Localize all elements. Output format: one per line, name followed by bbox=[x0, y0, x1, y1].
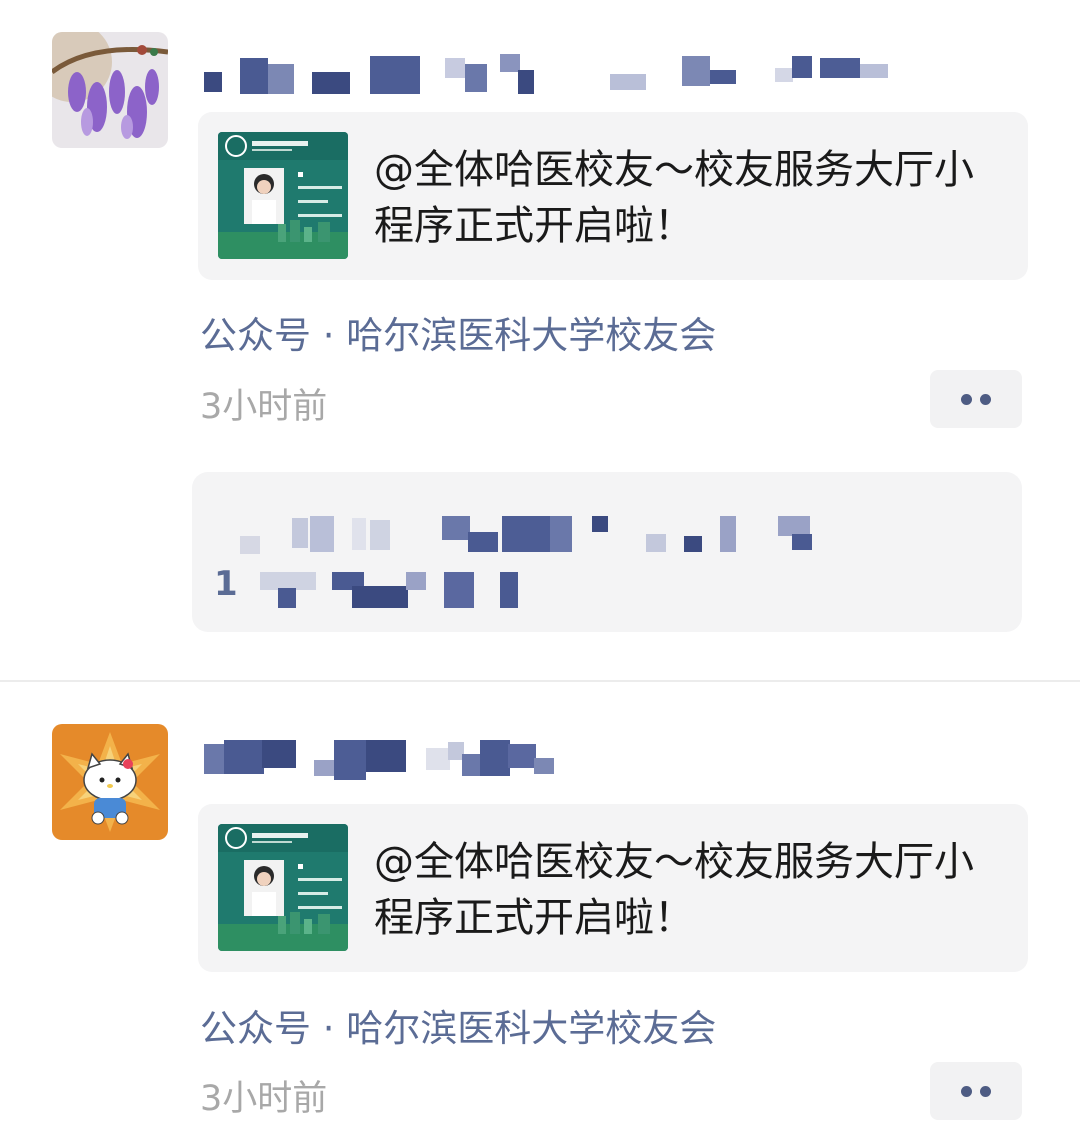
username-blurred[interactable] bbox=[200, 732, 920, 792]
comment-count: 1 bbox=[214, 564, 238, 604]
comments-section[interactable]: 1 bbox=[192, 472, 1022, 632]
more-dots-icon-dot bbox=[980, 393, 991, 405]
more-dots-button[interactable] bbox=[930, 370, 1022, 428]
wisteria-avatar-icon[interactable] bbox=[52, 32, 168, 148]
username-blurred[interactable] bbox=[200, 50, 920, 110]
more-dots-icon bbox=[961, 393, 972, 405]
more-dots-icon bbox=[961, 1085, 972, 1097]
official-account-source-link[interactable]: 公众号 · 哈尔滨医科大学校友会 bbox=[200, 305, 716, 359]
more-dots-button[interactable] bbox=[930, 1062, 1022, 1120]
feed-post-2: @全体哈医校友～校友服务大厅小程序正式开启啦！ 公众号 · 哈尔滨医科大学校友会… bbox=[0, 682, 1080, 1137]
article-title: @全体哈医校友～校友服务大厅小程序正式开启啦！ bbox=[374, 147, 974, 249]
shared-article-card[interactable]: @全体哈医校友～校友服务大厅小程序正式开启啦！ bbox=[198, 804, 1028, 972]
shared-article-card[interactable]: @全体哈医校友～校友服务大厅小程序正式开启啦！ bbox=[198, 112, 1028, 280]
post-timestamp: 3小时前 bbox=[200, 387, 328, 427]
official-account-source-link[interactable]: 公众号 · 哈尔滨医科大学校友会 bbox=[200, 998, 716, 1052]
article-thumbnail bbox=[218, 132, 348, 259]
more-dots-icon-dot bbox=[980, 1085, 991, 1097]
article-title: @全体哈医校友～校友服务大厅小程序正式开启啦！ bbox=[374, 839, 974, 941]
feed-post-1: @全体哈医校友～校友服务大厅小程序正式开启啦！ 公众号 · 哈尔滨医科大学校友会… bbox=[0, 0, 1080, 680]
post-timestamp: 3小时前 bbox=[200, 1079, 328, 1119]
hello-kitty-avatar-icon[interactable] bbox=[52, 724, 168, 840]
article-thumbnail bbox=[218, 824, 348, 951]
